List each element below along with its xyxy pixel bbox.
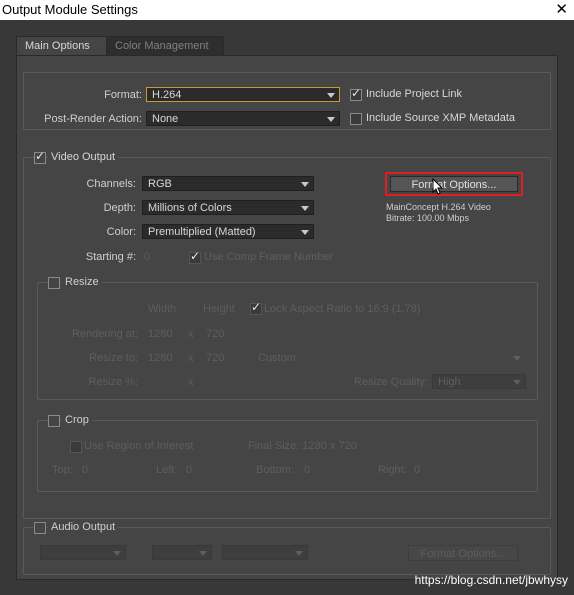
resize-preset-dropdown[interactable]: Custom [252, 350, 526, 365]
resize-pct-label: Resize %: [88, 376, 138, 388]
crop-right-label: Right: [378, 464, 407, 476]
main-options-panel: Format: H.264 Include Project Link Post-… [16, 55, 558, 580]
channels-dropdown[interactable]: RGB [142, 176, 314, 191]
lock-aspect-label: Lock Aspect Ratio to 16:9 (1.78) [264, 303, 421, 315]
resize-quality-label: Resize Quality: [354, 376, 428, 388]
chevron-down-icon [295, 551, 303, 556]
crop-top-value: 0 [82, 464, 89, 476]
tab-main-options[interactable]: Main Options [16, 36, 114, 55]
resize-preset-value: Custom [258, 352, 296, 364]
post-render-label: Post-Render Action: [44, 113, 142, 125]
color-dropdown[interactable]: Premultiplied (Matted) [142, 224, 314, 239]
crop-left-value: 0 [186, 464, 193, 476]
chevron-down-icon [327, 117, 335, 122]
video-output-group: Video Output Channels: RGB Depth: Millio… [23, 149, 551, 519]
chevron-down-icon [301, 206, 309, 211]
use-comp-frame-checkbox[interactable] [189, 249, 201, 264]
format-value: H.264 [152, 89, 182, 101]
resize-to-label: Resize to: [89, 352, 138, 364]
depth-label: Depth: [103, 202, 136, 214]
rendering-at-label: Rendering at: [71, 328, 138, 340]
format-dropdown[interactable]: H.264 [146, 87, 340, 102]
chevron-down-icon [513, 356, 521, 361]
color-value: Premultiplied (Matted) [148, 226, 256, 238]
audio-output-label: Audio Output [48, 521, 119, 533]
resize-quality-value: High [438, 376, 461, 388]
chevron-down-icon [113, 551, 121, 556]
codec-info-line1: MainConcept H.264 Video [386, 202, 491, 212]
watermark: https://blog.csdn.net/jbwhysy [414, 573, 568, 587]
crop-bottom-label: Bottom: [256, 464, 294, 476]
codec-info-line2: Bitrate: 100.00 Mbps [386, 213, 470, 223]
audio-format-options-button[interactable]: Format Options... [408, 545, 518, 561]
audio-output-group: Audio Output Format Options... [23, 521, 551, 575]
chevron-down-icon [301, 182, 309, 187]
use-roi-label: Use Region of Interest [84, 440, 194, 452]
highlight-box [385, 172, 523, 196]
depth-dropdown[interactable]: Millions of Colors [142, 200, 314, 215]
audio-depth-dropdown[interactable] [152, 545, 212, 560]
resize-to-width: 1280 [148, 352, 173, 364]
channels-value: RGB [148, 178, 172, 190]
rendering-x: x [188, 328, 194, 340]
crop-checkbox[interactable] [48, 415, 60, 427]
resize-quality-dropdown[interactable]: High [432, 374, 526, 389]
title-bar: Output Module Settings ✕ [0, 0, 574, 20]
include-project-link-checkbox[interactable] [350, 86, 362, 101]
crop-left-label: Left: [156, 464, 178, 476]
video-output-checkbox[interactable] [34, 149, 46, 164]
resize-label: Resize [62, 276, 102, 288]
audio-output-checkbox[interactable] [34, 522, 46, 534]
include-project-link-label: Include Project Link [366, 88, 462, 100]
chevron-down-icon [327, 93, 335, 98]
use-comp-frame-label: Use Comp Frame Number [204, 251, 333, 263]
post-render-dropdown[interactable]: None [146, 111, 340, 126]
crop-right-value: 0 [414, 464, 421, 476]
channels-label: Channels: [86, 178, 136, 190]
crop-group: Crop Use Region of Interest Final Size: … [37, 414, 538, 492]
video-output-label: Video Output [48, 151, 119, 163]
crop-top-label: Top: [52, 464, 73, 476]
starting-number-value: 0 [144, 251, 151, 263]
format-label: Format: [104, 89, 142, 101]
rendering-height: 720 [206, 328, 225, 340]
window-title: Output Module Settings [2, 2, 138, 17]
starting-number-label: Starting #: [85, 251, 136, 263]
crop-bottom-value: 0 [304, 464, 311, 476]
resize-to-x: x [188, 352, 194, 364]
lock-aspect-checkbox[interactable] [250, 300, 262, 315]
height-header: Height [203, 303, 235, 315]
mouse-cursor-icon [432, 178, 444, 195]
include-source-xmp-label: Include Source XMP Metadata [366, 112, 515, 124]
audio-channels-dropdown[interactable] [222, 545, 308, 560]
close-icon[interactable]: ✕ [555, 0, 568, 18]
tab-color-management[interactable]: Color Management [106, 36, 224, 55]
final-size-label: Final Size: 1280 x 720 [248, 440, 357, 452]
format-group: Format: H.264 Include Project Link Post-… [23, 72, 551, 130]
resize-pct-x: x [188, 376, 194, 388]
chevron-down-icon [513, 380, 521, 385]
resize-group: Resize Width Height Lock Aspect Ratio to… [37, 276, 538, 400]
use-roi-checkbox[interactable] [70, 441, 82, 453]
chevron-down-icon [199, 551, 207, 556]
resize-to-height: 720 [206, 352, 225, 364]
depth-value: Millions of Colors [148, 202, 232, 214]
color-label: Color: [106, 226, 136, 238]
chevron-down-icon [301, 230, 309, 235]
crop-label: Crop [62, 414, 92, 426]
post-render-value: None [152, 113, 179, 125]
include-source-xmp-checkbox[interactable] [350, 113, 362, 125]
rendering-width: 1280 [148, 328, 173, 340]
audio-rate-dropdown[interactable] [40, 545, 126, 560]
width-header: Width [148, 303, 177, 315]
dialog-body: Main Options Color Management Format: H.… [0, 20, 574, 595]
resize-checkbox[interactable] [48, 277, 60, 289]
